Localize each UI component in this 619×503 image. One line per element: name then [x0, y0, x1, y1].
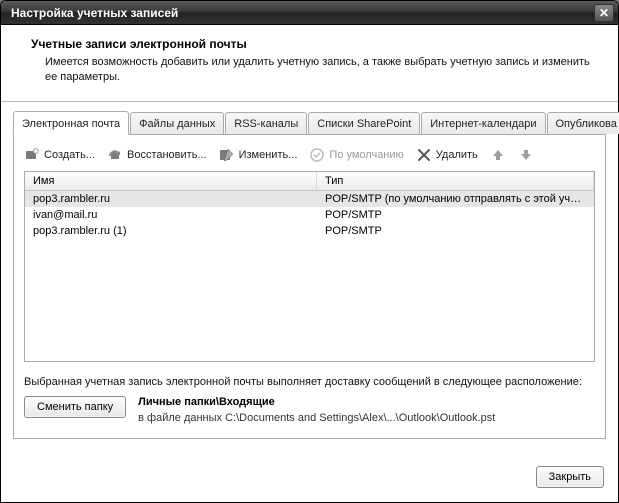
- tab-label: Опубликова: [556, 118, 617, 130]
- delivery-info: Личные папки\Входящие в файле данных C:\…: [138, 396, 595, 424]
- default-button: По умолчанию: [309, 147, 403, 163]
- list-body: pop3.rambler.ru POP/SMTP (по умолчанию о…: [25, 191, 594, 239]
- account-settings-window: Настройка учетных записей ✕ Учетные запи…: [0, 0, 619, 503]
- tab-published[interactable]: Опубликова: [547, 112, 619, 134]
- header-desc: Имеется возможность добавить или удалить…: [31, 55, 598, 85]
- window-title: Настройка учетных записей: [11, 6, 594, 20]
- toolbar-label: По умолчанию: [329, 149, 403, 161]
- arrow-up-icon: [490, 147, 506, 163]
- cell-name: pop3.rambler.ru: [25, 191, 317, 207]
- cell-name: pop3.rambler.ru (1): [25, 223, 317, 239]
- toolbar-label: Изменить...: [239, 149, 298, 161]
- delivery-text: Выбранная учетная запись электронной поч…: [24, 376, 595, 388]
- new-icon: [24, 147, 40, 163]
- toolbar-label: Создать...: [44, 149, 95, 161]
- header: Учетные записи электронной почты Имеется…: [1, 25, 618, 102]
- table-row[interactable]: ivan@mail.ru POP/SMTP: [25, 207, 594, 223]
- button-label: Сменить папку: [37, 401, 113, 413]
- new-button[interactable]: Создать...: [24, 147, 95, 163]
- cell-type: POP/SMTP (по умолчанию отправлять с этой…: [317, 191, 594, 207]
- delivery-folder: Личные папки\Входящие: [138, 396, 595, 408]
- button-label: Закрыть: [549, 471, 591, 483]
- column-name[interactable]: Имя: [25, 172, 317, 190]
- list-header: Имя Тип: [25, 172, 594, 191]
- move-up-button: [490, 147, 506, 163]
- edit-icon: [219, 147, 235, 163]
- tab-panel-email: Создать... Восстановить... Изменить...: [13, 135, 606, 439]
- cell-type: POP/SMTP: [317, 223, 594, 239]
- divider: [13, 457, 604, 458]
- close-button[interactable]: ✕: [594, 4, 614, 22]
- column-label: Тип: [325, 175, 343, 187]
- tab-label: Интернет-календари: [430, 118, 536, 130]
- column-type[interactable]: Тип: [317, 172, 594, 190]
- table-row[interactable]: pop3.rambler.ru POP/SMTP (по умолчанию о…: [25, 191, 594, 207]
- toolbar-label: Удалить: [436, 149, 478, 161]
- tab-rss[interactable]: RSS-каналы: [225, 112, 307, 134]
- accounts-list: Имя Тип pop3.rambler.ru POP/SMTP (по умо…: [24, 171, 595, 362]
- tab-label: Файлы данных: [139, 118, 215, 130]
- move-down-button: [518, 147, 534, 163]
- default-icon: [309, 147, 325, 163]
- tabs: Электронная почта Файлы данных RSS-канал…: [13, 110, 606, 135]
- tab-label: Электронная почта: [22, 118, 120, 130]
- cell-name: ivan@mail.ru: [25, 207, 317, 223]
- change-folder-button[interactable]: Сменить папку: [24, 396, 126, 418]
- tab-sharepoint[interactable]: Списки SharePoint: [308, 112, 420, 134]
- toolbar-label: Восстановить...: [127, 149, 207, 161]
- tab-data-files[interactable]: Файлы данных: [130, 112, 224, 134]
- repair-button[interactable]: Восстановить...: [107, 147, 207, 163]
- tab-email[interactable]: Электронная почта: [13, 111, 129, 135]
- footer: Закрыть: [1, 447, 618, 502]
- tab-label: RSS-каналы: [234, 118, 298, 130]
- close-dialog-button[interactable]: Закрыть: [536, 466, 604, 488]
- titlebar: Настройка учетных записей ✕: [1, 1, 618, 25]
- table-row[interactable]: pop3.rambler.ru (1) POP/SMTP: [25, 223, 594, 239]
- toolbar: Создать... Восстановить... Изменить...: [24, 145, 595, 171]
- tab-internet-calendars[interactable]: Интернет-календари: [421, 112, 545, 134]
- close-icon: ✕: [599, 6, 609, 20]
- delivery-row: Сменить папку Личные папки\Входящие в фа…: [24, 396, 595, 424]
- header-title: Учетные записи электронной почты: [31, 37, 598, 51]
- arrow-down-icon: [518, 147, 534, 163]
- delete-button[interactable]: Удалить: [416, 147, 478, 163]
- repair-icon: [107, 147, 123, 163]
- body: Электронная почта Файлы данных RSS-канал…: [1, 102, 618, 447]
- cell-type: POP/SMTP: [317, 207, 594, 223]
- column-label: Имя: [33, 175, 54, 187]
- tab-label: Списки SharePoint: [317, 118, 411, 130]
- delete-icon: [416, 147, 432, 163]
- delivery-path: в файле данных C:\Documents and Settings…: [138, 412, 595, 424]
- edit-button[interactable]: Изменить...: [219, 147, 298, 163]
